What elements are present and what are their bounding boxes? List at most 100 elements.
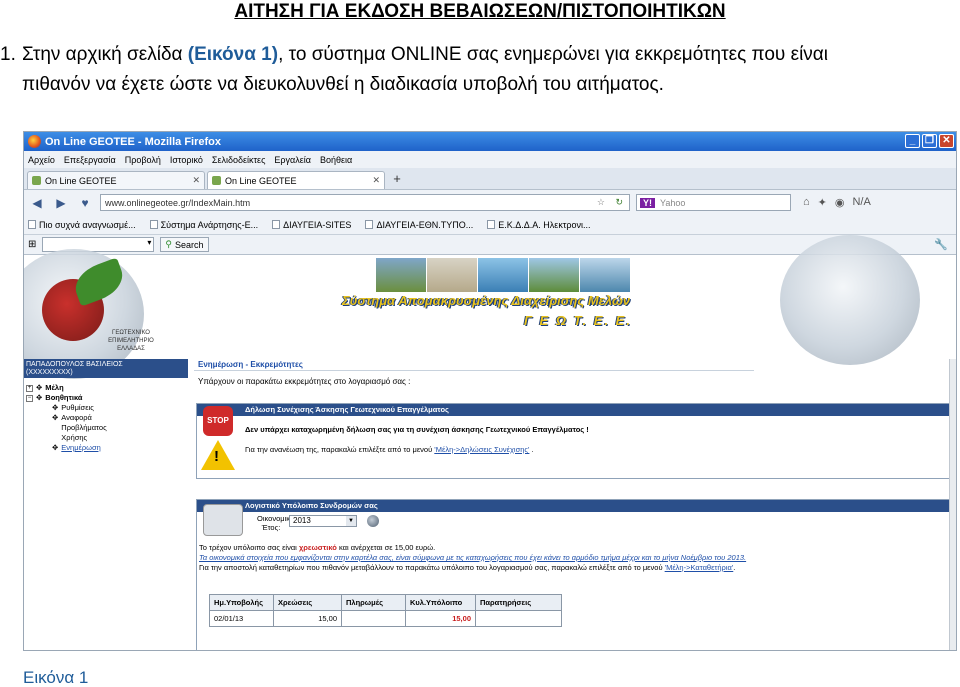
figure-caption: Εικόνα 1	[23, 668, 89, 687]
globe-background-right	[780, 235, 920, 365]
search-box[interactable]: Y! Yahoo	[636, 194, 791, 211]
menu-help[interactable]: Βοήθεια	[320, 155, 352, 165]
add-icon[interactable]: ⊞	[28, 239, 36, 250]
wrench-icon[interactable]: 🔧	[934, 238, 948, 251]
go-button[interactable]	[367, 515, 379, 527]
navigation-bar: ◀ ▶ ♥ www.onlinegeotee.gr/IndexMain.htm …	[24, 190, 956, 215]
bookmark-icon	[272, 220, 281, 229]
para-text-1: Στην αρχική σελίδα	[22, 44, 188, 65]
menu-bookmarks[interactable]: Σελιδοδείκτες	[212, 155, 266, 165]
reload-icon[interactable]: ↻	[615, 197, 623, 208]
item-number: 1.	[0, 44, 16, 65]
page-scrollbar[interactable]	[949, 359, 956, 650]
deposit-menu-link[interactable]: 'Μέλη->Καταθετήρια'	[665, 563, 734, 572]
site-favicon	[32, 176, 41, 185]
address-bar[interactable]: www.onlinegeotee.gr/IndexMain.htm ☆ ↻	[100, 194, 630, 211]
bookmark-icon	[28, 220, 36, 229]
figure-reference-link: (Εικόνα 1)	[187, 44, 279, 65]
globe-icon[interactable]: ◉	[835, 196, 845, 209]
panel-header: Δήλωση Συνέχισης Άσκησης Γεωτεχνικού Επα…	[197, 404, 953, 416]
menu-tools[interactable]: Εργαλεία	[274, 155, 311, 165]
declaration-message: Δεν υπάρχει καταχωρημένη δήλωση σας για …	[245, 425, 589, 434]
leaf-icon: ✥	[52, 443, 59, 452]
home-icon[interactable]: ⌂	[803, 196, 810, 209]
banner-photo	[478, 258, 528, 292]
toolbar-search-button[interactable]: ⚲ Search	[160, 237, 209, 252]
menu-view[interactable]: Προβολή	[125, 155, 161, 165]
banner-subtitle: Γ Ε Ω Τ. Ε. Ε.	[524, 313, 632, 328]
tree-label: Μέλη	[45, 383, 64, 392]
banner-photo	[529, 258, 579, 292]
user-name: ΠΑΠΑΔΟΠΟΥΛΟΣ ΒΑΣΙΛΕΙΟΣ	[26, 361, 123, 368]
balance-table: Ημ.Υποβολής Χρεώσεις Πληρωμές Κυλ.Υπόλοι…	[209, 594, 562, 627]
search-icon: ⚲	[165, 239, 172, 249]
nav-extra-label[interactable]: N/A	[852, 196, 870, 209]
menu-history[interactable]: Ιστορικό	[170, 155, 203, 165]
new-tab-button[interactable]: +	[387, 171, 407, 189]
browser-screenshot: On Line GEOTEE - Mozilla Firefox _ ❐ ✕ Α…	[23, 131, 957, 651]
tab-1[interactable]: On Line GEOTEE ✕	[27, 171, 205, 189]
balance-text: Το τρέχον υπόλοιπο σας είναι χρεωστικό κ…	[199, 543, 747, 572]
addon-icon[interactable]: ✦	[818, 196, 827, 209]
url-text: www.onlinegeotee.gr/IndexMain.htm	[105, 197, 251, 208]
tree-subitem-report[interactable]: ✥ Αναφορά Προβλήματος Χρήσης	[26, 413, 131, 443]
window-title: On Line GEOTEE - Mozilla Firefox	[45, 135, 222, 148]
declaration-menu-link[interactable]: 'Μέλη->Δηλώσεις Συνέχισης'	[434, 445, 529, 454]
menu-bar: Αρχείο Επεξεργασία Προβολή Ιστορικό Σελι…	[24, 151, 956, 168]
breadcrumb: Ενημέρωση - Εκκρεμότητες	[194, 359, 754, 371]
site-favicon	[212, 176, 221, 185]
close-button[interactable]: ✕	[939, 134, 954, 148]
bookmark-star-icon[interactable]: ☆	[597, 197, 605, 208]
node-icon: ✥	[36, 383, 43, 392]
menu-file[interactable]: Αρχείο	[28, 155, 55, 165]
geotee-logo: ΓΕΩΤΕΧΝΙΚΟ ΕΠΙΜΕΛΗΤΗΡΙΟ ΕΛΛΑΔΑΣ	[34, 257, 154, 359]
menu-edit[interactable]: Επεξεργασία	[64, 155, 116, 165]
stop-icon: STOP	[203, 406, 233, 436]
para-text-2: , το σύστημα ONLINE σας ενημερώνει για ε…	[278, 44, 828, 65]
tab-close-icon[interactable]: ✕	[372, 175, 380, 186]
bookmark-icon	[487, 220, 496, 229]
bookmark-icon	[149, 220, 158, 229]
tree-item-help[interactable]: − ✥ Βοηθητικά	[26, 393, 131, 403]
web-page: ΓΕΩΤΕΧΝΙΚΟ ΕΠΙΜΕΛΗΤΗΡΙΟ ΕΛΛΑΔΑΣ Σύστημα …	[24, 235, 956, 650]
expand-icon[interactable]: +	[26, 384, 33, 392]
firefox-icon	[28, 135, 41, 148]
bookmark-item[interactable]: Σύστημα Ανάρτησης-Ε...	[149, 220, 258, 230]
leaf-icon: ✥	[52, 413, 59, 422]
declaration-panel: Δήλωση Συνέχισης Άσκησης Γεωτεχνικού Επα…	[196, 403, 954, 479]
bookmark-item[interactable]: Ε.Κ.Δ.Δ.Α. Ηλεκτρονι...	[487, 220, 591, 230]
instruction-paragraph: 1. Στην αρχική σελίδα (Εικόνα 1), το σύστ…	[0, 40, 950, 100]
fiscal-year-select[interactable]: 2013 ▼	[289, 515, 357, 527]
tab-2[interactable]: On Line GEOTEE ✕	[207, 171, 385, 189]
tab-label: On Line GEOTEE	[225, 175, 297, 186]
search-button-label: Search	[174, 239, 204, 250]
fiscal-year-label: Οικονομικό Έτος:	[257, 514, 295, 532]
tree-item-members[interactable]: + ✥ Μέλη	[26, 383, 131, 393]
tree-subitem-update[interactable]: ✥ Ενημέρωση	[26, 443, 131, 453]
tab-label: On Line GEOTEE	[45, 175, 117, 186]
main-content: Ενημέρωση - Εκκρεμότητες Υπάρχουν οι παρ…	[194, 359, 956, 650]
window-titlebar: On Line GEOTEE - Mozilla Firefox _ ❐ ✕	[24, 132, 956, 151]
leaf-icon: ✥	[52, 403, 59, 412]
document-title: ΑΙΤΗΣΗ ΓΙΑ ΕΚΔΟΣΗ ΒΕΒΑΙΩΣΕΩΝ/ΠΙΣΤΟΠΟΙΗΤΙ…	[234, 1, 726, 22]
panel-header: Λογιστικό Υπόλοιπο Συνδρομών σας	[197, 500, 953, 512]
cash-register-icon	[203, 504, 243, 536]
minimize-button[interactable]: _	[905, 134, 920, 148]
para-text-3: πιθανόν να έχετε ώστε να διευκολυνθεί η …	[22, 74, 664, 95]
bookmark-icon	[365, 220, 374, 229]
fiscal-year-value: 2013	[293, 516, 311, 525]
yahoo-icon: Y!	[640, 197, 655, 208]
maximize-button[interactable]: ❐	[922, 134, 937, 148]
tree-label: Βοηθητικά	[45, 393, 83, 402]
tab-close-icon[interactable]: ✕	[192, 175, 200, 186]
collapse-icon[interactable]: −	[26, 394, 33, 402]
logo-leaf-icon	[69, 257, 129, 307]
bookmark-item[interactable]: ΔΙΑΥΓΕΙΑ-SITES	[272, 220, 351, 230]
tree-subitem-settings[interactable]: ✥ Ρυθμίσεις	[26, 403, 131, 413]
bookmark-item[interactable]: ΔΙΑΥΓΕΙΑ-ΕΘΝ.ΤΥΠΟ...	[365, 220, 473, 230]
history-icon[interactable]: ♥	[76, 194, 94, 212]
forward-icon[interactable]: ▶	[52, 194, 70, 212]
dropdown-arrow-icon: ▼	[346, 516, 356, 526]
back-icon[interactable]: ◀	[28, 194, 46, 212]
bookmark-item[interactable]: Πιο συχνά αναγνωσμέ...	[28, 220, 136, 230]
